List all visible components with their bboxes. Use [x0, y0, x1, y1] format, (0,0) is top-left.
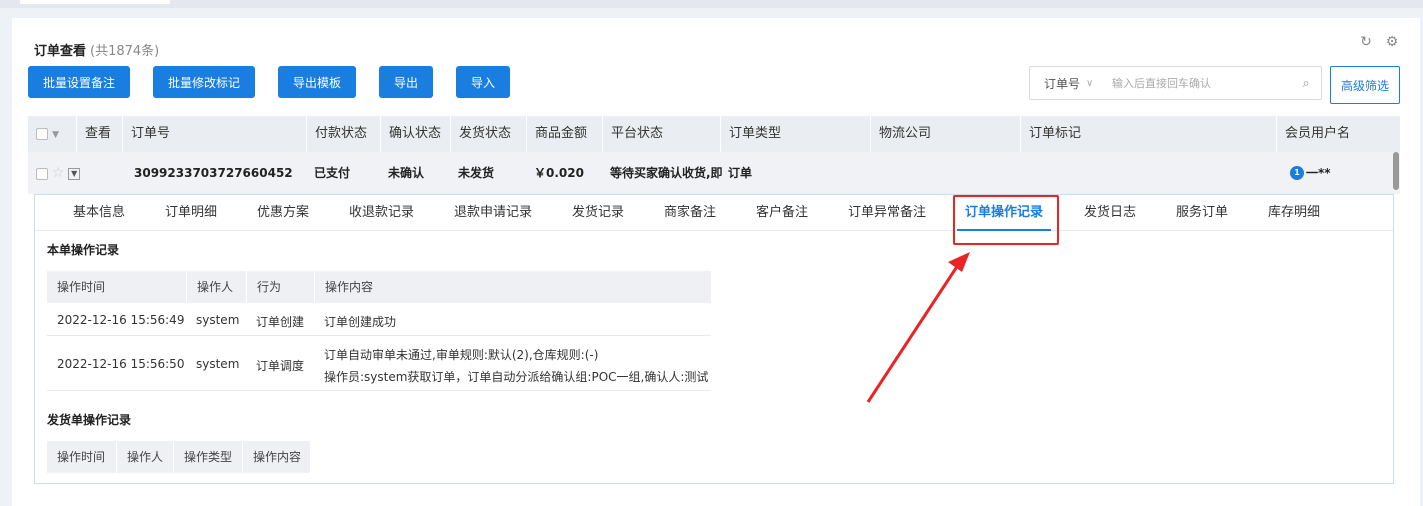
ship-col-time: 操作时间	[47, 441, 116, 473]
log-time: 2022-12-16 15:56:49	[57, 313, 185, 327]
log-action: 订单调度	[256, 359, 305, 373]
tab-customer-notes[interactable]: 客户备注	[756, 195, 808, 231]
tab-inventory[interactable]: 库存明细	[1268, 195, 1320, 231]
tab-exception-notes[interactable]: 订单异常备注	[848, 195, 926, 231]
order-detail-panel: 基本信息 订单明细 优惠方案 收退款记录 退款申请记录 发货记录 商家备注 客户…	[34, 194, 1394, 484]
ship-col-content: 操作内容	[242, 441, 310, 473]
search-icon[interactable]: ⌕	[1291, 76, 1321, 91]
export-button[interactable]: 导出	[379, 66, 433, 98]
page-title: 订单查看 (共1874条)	[34, 40, 159, 59]
tab-merchant-notes[interactable]: 商家备注	[664, 195, 716, 231]
log-content-line2: 操作员:system获取订单，订单自动分派给确认组:POC一组,确认人:测试	[324, 370, 709, 384]
col-order-mark[interactable]: 订单标记	[1020, 116, 1276, 152]
gear-icon[interactable]: ⚙	[1384, 34, 1400, 50]
col-order-type[interactable]: 订单类型	[720, 116, 870, 152]
page-title-text: 订单查看	[34, 44, 87, 59]
row-controls: ☆ ▼	[30, 152, 114, 194]
order-type: 订单	[728, 166, 753, 180]
row-divider	[47, 390, 711, 391]
col-platform-status[interactable]: 平台状态	[602, 116, 720, 152]
member-name: 一**	[1306, 166, 1331, 180]
row-divider	[47, 335, 711, 336]
confirm-status: 未确认	[388, 166, 425, 180]
search-field-select[interactable]: 订单号 ∨	[1030, 75, 1104, 92]
panel-icons: ↻ ⚙	[1358, 34, 1400, 50]
tab-payments[interactable]: 收退款记录	[349, 195, 414, 231]
ship-col-user: 操作人	[116, 441, 173, 473]
batch-mark-button[interactable]: 批量修改标记	[153, 66, 255, 98]
advanced-filter-button[interactable]: 高级筛选	[1330, 66, 1400, 104]
top-strip	[0, 0, 1423, 8]
detail-tabs: 基本信息 订单明细 优惠方案 收退款记录 退款申请记录 发货记录 商家备注 客户…	[35, 195, 1393, 231]
tab-discounts[interactable]: 优惠方案	[257, 195, 309, 231]
order-log-table: 操作时间 操作人 行为 操作内容 2022-12-16 15:56:49 sys…	[47, 271, 711, 391]
order-count: (共1874条)	[90, 44, 160, 59]
log-time: 2022-12-16 15:56:50	[57, 357, 185, 371]
col-pay-status[interactable]: 付款状态	[306, 116, 380, 152]
log-col-action: 行为	[246, 271, 314, 303]
ship-log-table: 操作时间 操作人 操作类型 操作内容	[47, 441, 310, 473]
col-confirm-status[interactable]: 确认状态	[380, 116, 450, 152]
section-order-log-title: 本单操作记录	[47, 243, 120, 257]
member-badge-icon: 1	[1290, 166, 1304, 180]
scrollbar[interactable]	[1393, 152, 1399, 190]
pay-status: 已支付	[314, 166, 351, 180]
order-no[interactable]: 3099233703727660452	[128, 152, 304, 194]
log-col-content: 操作内容	[314, 271, 711, 303]
export-template-button[interactable]: 导出模板	[278, 66, 356, 98]
log-action: 订单创建	[256, 315, 305, 329]
col-order-no[interactable]: 订单号	[122, 116, 302, 152]
search-input[interactable]	[1104, 76, 1291, 90]
import-button[interactable]: 导入	[456, 66, 510, 98]
section-ship-log-title: 发货单操作记录	[47, 413, 132, 427]
table-header: ▼ 查看 订单号 付款状态 确认状态 发货状态 商品金额 平台状态 订单类型 物…	[28, 116, 1400, 152]
log-user: system	[196, 313, 240, 327]
search-field-label: 订单号	[1044, 76, 1081, 91]
row-checkbox[interactable]	[36, 167, 48, 180]
select-all-checkbox[interactable]	[36, 127, 48, 140]
caret-down-icon[interactable]: ▼	[52, 130, 59, 140]
member-cell: 1 一**	[1284, 152, 1394, 194]
platform-status: 等待买家确认收货,即:	[610, 166, 722, 180]
refresh-icon[interactable]: ↻	[1358, 34, 1374, 50]
ship-col-type: 操作类型	[173, 441, 242, 473]
search-box: 订单号 ∨ ⌕	[1029, 66, 1322, 100]
col-logistics[interactable]: 物流公司	[870, 116, 1020, 152]
log-content: 订单自动审单未通过,审单规则:默认(2),仓库规则:(-)	[324, 348, 599, 362]
col-ship-status[interactable]: 发货状态	[450, 116, 526, 152]
table-row[interactable]: ☆ ▼ 3099233703727660452 已支付 未确认 未发货 ￥0.0…	[28, 152, 1400, 194]
tab-refund-requests[interactable]: 退款申请记录	[454, 195, 532, 231]
top-tab-fragment[interactable]	[20, 0, 170, 4]
log-content: 订单创建成功	[324, 315, 397, 329]
batch-remark-button[interactable]: 批量设置备注	[28, 66, 130, 98]
log-col-time: 操作时间	[47, 271, 186, 303]
col-member[interactable]: 会员用户名	[1276, 116, 1400, 152]
log-user: system	[196, 357, 240, 371]
tab-basic-info[interactable]: 基本信息	[73, 195, 125, 231]
highlight-box	[953, 195, 1059, 245]
col-amount[interactable]: 商品金额	[526, 116, 602, 152]
order-panel: 订单查看 (共1874条) ↻ ⚙ 批量设置备注 批量修改标记 导出模板 导出 导…	[12, 18, 1420, 506]
tab-order-items[interactable]: 订单明细	[165, 195, 217, 231]
log-col-user: 操作人	[186, 271, 246, 303]
chevron-down-icon: ∨	[1086, 77, 1094, 89]
star-icon[interactable]: ☆	[52, 165, 65, 181]
tab-service-orders[interactable]: 服务订单	[1176, 195, 1228, 231]
tab-shipping-log[interactable]: 发货日志	[1084, 195, 1136, 231]
amount: ￥0.020	[534, 166, 584, 180]
expand-icon[interactable]: ▼	[68, 167, 81, 180]
select-all[interactable]: ▼	[28, 116, 76, 152]
col-view[interactable]: 查看	[76, 116, 122, 152]
tab-shipping-records[interactable]: 发货记录	[572, 195, 624, 231]
ship-status: 未发货	[458, 166, 495, 180]
